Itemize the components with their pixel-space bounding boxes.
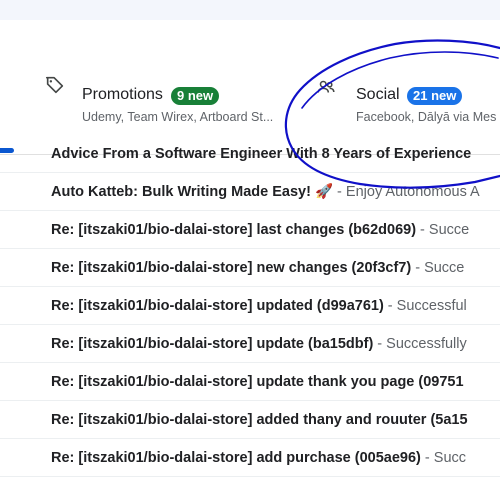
email-row[interactable]: Re: [itszaki01/bio-dalai-store] add purc… — [0, 439, 500, 477]
email-subject: Re: [itszaki01/bio-dalai-store] new chan… — [51, 260, 412, 276]
email-subject: Re: [itszaki01/bio-dalai-store] added th… — [51, 412, 468, 428]
email-subject: Advice From a Software Engineer With 8 Y… — [51, 146, 472, 162]
email-snippet: - Enjoy Autonomous A — [333, 184, 480, 200]
social-new-badge: 21 new — [407, 87, 463, 105]
tab-promotions-label: Promotions — [82, 86, 163, 103]
email-row[interactable]: Re: [itszaki01/bio-dalai-store] added th… — [0, 401, 500, 439]
top-toolbar — [0, 0, 500, 20]
tab-promotions[interactable]: Promotions 9 new Udemy, Team Wirex, Artb… — [40, 68, 290, 124]
email-subject: Re: [itszaki01/bio-dalai-store] last cha… — [51, 222, 417, 238]
email-subject: Auto Katteb: Bulk Writing Made Easy! 🚀 — [51, 184, 334, 200]
email-row[interactable]: Auto Katteb: Bulk Writing Made Easy! 🚀 -… — [0, 173, 500, 211]
email-row[interactable]: Re: [itszaki01/bio-dalai-store] update (… — [0, 325, 500, 363]
email-subject: Re: [itszaki01/bio-dalai-store] update (… — [51, 336, 374, 352]
tab-social[interactable]: Social 21 new Facebook, Dālyā via Mes — [315, 68, 500, 124]
email-row[interactable]: Re: [itszaki01/bio-dalai-store] new chan… — [0, 249, 500, 287]
email-snippet: - Succ — [420, 450, 467, 466]
email-subject: Re: [itszaki01/bio-dalai-store] add purc… — [51, 450, 421, 466]
social-senders: Facebook, Dālyā via Mes — [356, 110, 497, 124]
email-row[interactable]: Re: [itszaki01/bio-dalai-store] update t… — [0, 363, 500, 401]
email-row[interactable]: Re: [itszaki01/bio-dalai-store] last cha… — [0, 211, 500, 249]
email-snippet: - Succe — [411, 260, 465, 276]
email-subject: Re: [itszaki01/bio-dalai-store] update t… — [51, 374, 464, 390]
people-icon — [315, 76, 337, 98]
promotions-new-badge: 9 new — [171, 87, 220, 105]
email-subject: Re: [itszaki01/bio-dalai-store] updated … — [51, 298, 384, 314]
email-row[interactable]: Advice From a Software Engineer With 8 Y… — [0, 135, 500, 173]
email-list: Advice From a Software Engineer With 8 Y… — [0, 135, 500, 477]
tab-social-label: Social — [356, 86, 400, 103]
email-snippet: - Succe — [416, 222, 470, 238]
email-snippet: - Successful — [383, 298, 467, 314]
tag-icon — [44, 74, 66, 96]
email-row[interactable]: Re: [itszaki01/bio-dalai-store] updated … — [0, 287, 500, 325]
email-snippet: - Successfully — [373, 336, 467, 352]
promotions-senders: Udemy, Team Wirex, Artboard St... — [82, 110, 274, 124]
